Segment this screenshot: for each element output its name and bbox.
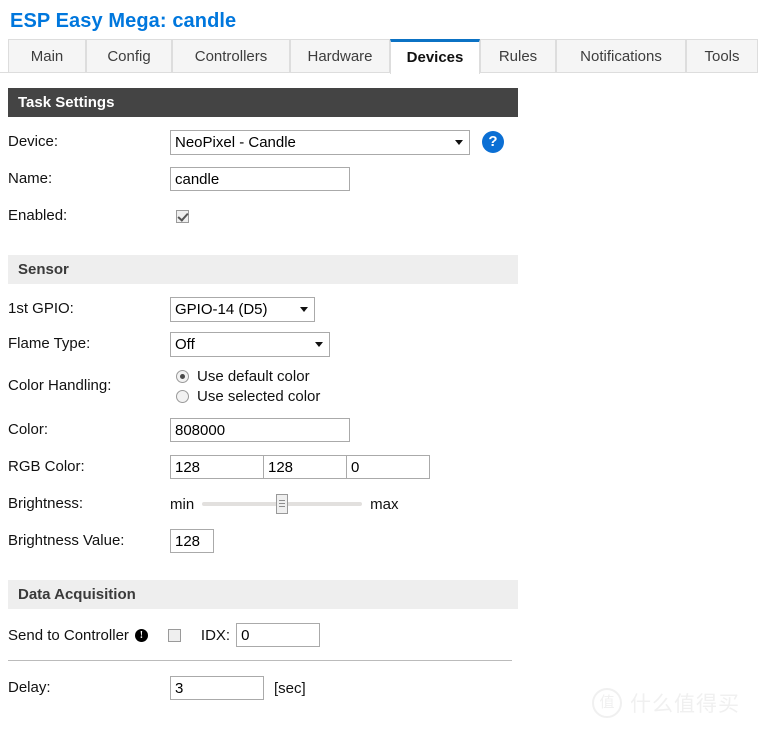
radio-selected-color-label: Use selected color	[197, 387, 321, 405]
row-flame-type: Flame Type: Off	[8, 331, 748, 357]
page-title: ESP Easy Mega: candle	[10, 10, 237, 32]
idx-label: IDX:	[200, 626, 231, 644]
help-icon[interactable]: ?	[482, 131, 504, 153]
radio-use-selected-color[interactable]: Use selected color	[176, 386, 320, 406]
device-settings-form: Task Settings Device: NeoPixel - Candle …	[0, 88, 758, 701]
row-color: Color:	[8, 417, 748, 443]
section-header-sensor: Sensor	[8, 255, 518, 284]
enabled-label: Enabled:	[8, 207, 68, 224]
delay-label: Delay:	[8, 679, 51, 696]
row-send-to-controller: Send to Controller ! IDX:	[8, 622, 748, 648]
tab-hardware[interactable]: Hardware	[290, 39, 390, 72]
color-input[interactable]	[170, 418, 350, 442]
device-select[interactable]: NeoPixel - Candle	[170, 129, 470, 155]
row-device: Device: NeoPixel - Candle ?	[8, 129, 748, 155]
row-rgb-color: RGB Color:	[8, 454, 748, 480]
tab-tools[interactable]: Tools	[686, 39, 758, 72]
idx-input[interactable]	[236, 623, 321, 647]
rgb-blue-input[interactable]	[346, 455, 430, 479]
section-divider	[8, 660, 512, 661]
flame-type-select[interactable]: Off	[170, 331, 330, 357]
brightness-max-label: max	[370, 495, 399, 513]
send-to-controller-label: Send to Controller	[8, 626, 129, 644]
gpio-label: 1st GPIO:	[8, 300, 74, 317]
row-brightness: Brightness: min max	[8, 491, 748, 517]
device-label: Device:	[8, 133, 59, 150]
row-color-handling: Color Handling: Use default color Use se…	[8, 366, 748, 406]
section-header-task-settings: Task Settings	[8, 88, 518, 117]
brightness-slider[interactable]	[202, 494, 363, 514]
brightness-label: Brightness:	[8, 495, 84, 512]
row-brightness-value: Brightness Value:	[8, 528, 748, 554]
watermark: 值 什么值得买	[592, 688, 740, 718]
delay-input[interactable]	[170, 676, 264, 700]
color-handling-label: Color Handling:	[8, 377, 112, 394]
tab-notifications[interactable]: Notifications	[556, 39, 686, 72]
enabled-checkbox[interactable]	[176, 209, 189, 223]
send-to-controller-checkbox[interactable]	[167, 628, 181, 642]
tab-controllers[interactable]: Controllers	[172, 39, 290, 72]
rgb-color-label: RGB Color:	[8, 458, 85, 475]
watermark-logo-icon: 值	[592, 688, 622, 718]
row-enabled: Enabled:	[8, 203, 748, 229]
radio-use-default-color[interactable]: Use default color	[176, 366, 310, 386]
delay-unit-label: [sec]	[274, 679, 306, 697]
section-header-data-acquisition: Data Acquisition	[8, 580, 518, 609]
tab-rules[interactable]: Rules	[480, 39, 556, 72]
tab-bar: Main Config Controllers Hardware Devices…	[0, 39, 758, 74]
brightness-slider-thumb[interactable]	[276, 494, 289, 514]
color-label: Color:	[8, 421, 49, 438]
tab-main[interactable]: Main	[8, 39, 86, 72]
watermark-text: 什么值得买	[630, 692, 740, 716]
info-icon[interactable]: !	[134, 628, 148, 642]
brightness-value-label: Brightness Value:	[8, 532, 125, 549]
radio-default-color-indicator[interactable]	[176, 369, 189, 383]
row-gpio: 1st GPIO: GPIO-14 (D5)	[8, 296, 748, 322]
brightness-value-input[interactable]	[170, 529, 214, 553]
row-name: Name:	[8, 166, 748, 192]
brightness-min-label: min	[170, 495, 195, 513]
radio-default-color-label: Use default color	[197, 367, 310, 385]
tab-config[interactable]: Config	[86, 39, 172, 72]
rgb-red-input[interactable]	[170, 455, 264, 479]
tab-devices[interactable]: Devices	[390, 39, 480, 74]
rgb-green-input[interactable]	[263, 455, 347, 479]
gpio-select[interactable]: GPIO-14 (D5)	[170, 296, 315, 322]
radio-selected-color-indicator[interactable]	[176, 389, 189, 403]
flame-type-label: Flame Type:	[8, 335, 91, 352]
name-label: Name:	[8, 170, 53, 187]
name-input[interactable]	[170, 167, 350, 191]
